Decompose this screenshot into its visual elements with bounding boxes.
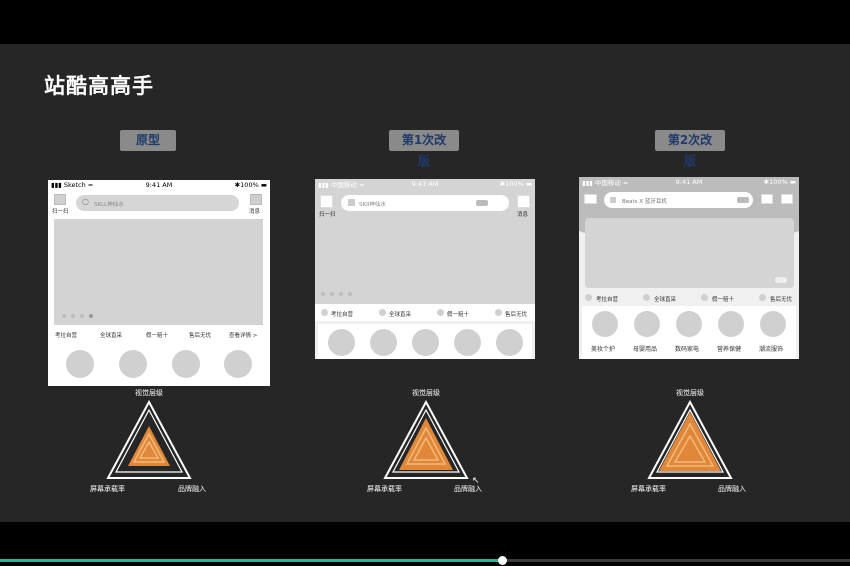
search-input[interactable]: Beats X 蓝牙耳机 xyxy=(604,192,753,208)
message-icon[interactable] xyxy=(517,195,530,208)
category-label: 母婴用品 xyxy=(633,346,658,353)
scan-icon[interactable] xyxy=(761,194,773,204)
category-icon[interactable] xyxy=(224,350,252,378)
message-label: 消息 xyxy=(517,212,529,218)
phone-mockup-revision-2: ▮▮▮ 中国移动 ≈ 9:41 AM ✱100% ▬ Beats X 蓝牙耳机 xyxy=(579,177,799,359)
category-label: 美妆个护 xyxy=(591,346,616,353)
video-progress-bar[interactable] xyxy=(0,556,850,565)
feature-item: 全球直采 xyxy=(389,312,412,318)
video-progress-knob[interactable] xyxy=(497,556,507,565)
category-icon[interactable] xyxy=(634,311,660,337)
triangle-label-right: 品牌融入 xyxy=(718,485,746,493)
check-icon xyxy=(379,309,386,316)
check-icon xyxy=(495,309,502,316)
top-black-bar xyxy=(0,0,850,44)
search-icon: ○ xyxy=(82,197,89,206)
column-label-revision-1: 第1次改版 xyxy=(389,130,459,168)
category-icon[interactable] xyxy=(119,350,147,378)
category-icon[interactable] xyxy=(66,350,94,378)
video-progress-fill xyxy=(0,559,502,562)
column-label-original: 原型 xyxy=(120,130,176,151)
message-label: 消息 xyxy=(249,209,261,215)
search-icon xyxy=(610,197,616,203)
category-icon[interactable] xyxy=(760,311,786,337)
triangle-label-left: 屏幕承载率 xyxy=(631,485,666,493)
phone-mockup-revision-1: ▮▮▮ 中国移动 ≈ 9:41 AM ✱100% ▬ 扫一扫 SKII神仙水 消… xyxy=(315,179,535,359)
feature-item: 考拉自营 xyxy=(55,333,78,339)
search-icon xyxy=(348,199,355,206)
feature-item: 全球直采 xyxy=(654,297,677,303)
feature-item: 考拉自营 xyxy=(331,312,354,318)
feature-item: 全球直采 xyxy=(100,333,123,339)
triangle-diagram-original xyxy=(106,400,192,479)
category-label: 数码家电 xyxy=(675,346,700,353)
check-icon xyxy=(701,294,708,301)
carousel-dot[interactable] xyxy=(71,314,75,318)
check-icon xyxy=(759,294,766,301)
category-icon[interactable] xyxy=(718,311,744,337)
feature-item: 假一赔十 xyxy=(712,297,735,303)
carousel-dot[interactable] xyxy=(339,292,343,296)
banner-carousel[interactable] xyxy=(585,218,794,288)
check-icon xyxy=(643,294,650,301)
slide-title: 站酷高高手 xyxy=(44,74,154,98)
status-bar: ▮▮▮ 中国移动 ≈ 9:41 AM ✱100% ▬ xyxy=(318,180,532,189)
category-icon[interactable] xyxy=(328,329,355,356)
message-icon[interactable] xyxy=(781,194,793,204)
message-icon[interactable] xyxy=(250,194,262,205)
category-label: 潮流服饰 xyxy=(759,346,784,353)
feature-item: 售后无忧 xyxy=(505,312,528,318)
check-icon xyxy=(437,309,444,316)
category-icon[interactable] xyxy=(676,311,702,337)
carousel-dot-active[interactable] xyxy=(89,314,93,318)
category-label: 营养保健 xyxy=(717,346,742,353)
carousel-dot[interactable] xyxy=(330,292,334,296)
feature-item: 假一赔十 xyxy=(447,312,470,318)
triangle-label-top: 视觉层级 xyxy=(412,389,440,397)
triangle-diagram-revision-1 xyxy=(383,400,469,479)
scan-icon[interactable] xyxy=(54,194,66,205)
category-icon[interactable] xyxy=(412,329,439,356)
triangle-label-left: 屏幕承载率 xyxy=(367,485,402,493)
feature-item: 售后无忧 xyxy=(770,297,793,303)
carousel-dot[interactable] xyxy=(62,314,66,318)
view-details-link[interactable]: 查看详情 > xyxy=(229,331,257,339)
carousel-dot[interactable] xyxy=(348,292,352,296)
category-icon[interactable] xyxy=(172,350,200,378)
category-icon[interactable] xyxy=(370,329,397,356)
category-icon[interactable] xyxy=(496,329,523,356)
banner-carousel[interactable] xyxy=(54,219,263,325)
carousel-dot[interactable] xyxy=(321,292,325,296)
status-bar: ▮▮▮ Sketch ≈ 9:41 AM ✱100% ▬ xyxy=(51,181,267,189)
feature-item: 考拉自营 xyxy=(596,297,619,303)
camera-icon[interactable] xyxy=(737,197,749,203)
search-input[interactable]: SKII神仙水 xyxy=(341,195,509,211)
search-input[interactable]: ○ SKLL神仙水 xyxy=(76,195,239,211)
camera-icon[interactable] xyxy=(476,200,488,206)
carousel-dot[interactable] xyxy=(80,314,84,318)
mouse-cursor-icon: ↖ xyxy=(472,476,480,486)
triangle-diagram-revision-2 xyxy=(647,400,733,479)
triangle-label-left: 屏幕承载率 xyxy=(90,485,125,493)
status-bar: ▮▮▮ 中国移动 ≈ 9:41 AM ✱100% ▬ xyxy=(582,178,796,187)
category-icon[interactable] xyxy=(592,311,618,337)
check-icon xyxy=(585,294,592,301)
carousel-indicator[interactable] xyxy=(775,277,787,283)
phone-mockup-original: ▮▮▮ Sketch ≈ 9:41 AM ✱100% ▬ 扫一扫 ○ SKLL神… xyxy=(48,180,270,386)
scan-label: 扫一扫 xyxy=(52,209,69,215)
feature-item: 售后无忧 xyxy=(189,333,212,339)
triangle-label-top: 视觉层级 xyxy=(135,389,163,397)
triangle-label-right: 品牌融入 xyxy=(178,485,206,493)
check-icon xyxy=(321,309,328,316)
scan-icon[interactable] xyxy=(320,195,333,208)
column-label-revision-2: 第2次改版 xyxy=(655,130,725,168)
category-icon[interactable] xyxy=(454,329,481,356)
triangle-label-top: 视觉层级 xyxy=(676,389,704,397)
slide: 站酷高高手 原型 第1次改版 第2次改版 ▮▮▮ Sketch ≈ 9:41 A… xyxy=(0,44,850,522)
logo-icon[interactable] xyxy=(584,194,597,204)
feature-item: 假一赔十 xyxy=(146,333,169,339)
scan-label: 扫一扫 xyxy=(319,212,336,218)
